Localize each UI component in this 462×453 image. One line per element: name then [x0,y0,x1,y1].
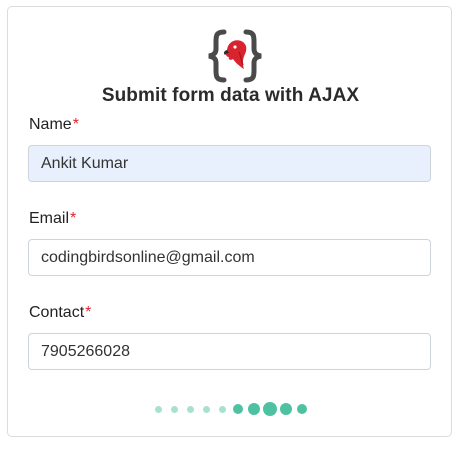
loader-dot [233,404,243,414]
loader-dot [202,405,210,413]
contact-label: Contact* [29,304,91,322]
name-label-text: Name [29,116,72,133]
loader-dot [248,403,260,415]
loader-dot [263,402,277,416]
form-card: Submit form data with AJAX Name* Email* … [7,6,452,437]
contact-field[interactable] [28,333,431,370]
required-marker: * [85,304,92,321]
name-label: Name* [29,116,79,134]
form-title: Submit form data with AJAX [101,85,360,106]
loader-dot [218,405,226,413]
required-marker: * [70,210,77,227]
loader-dot [154,405,162,413]
loader-dot [297,404,307,414]
contact-label-text: Contact [29,304,85,321]
curly-braces-bird-logo [208,29,262,83]
email-label: Email* [29,210,76,228]
email-field[interactable] [28,239,431,276]
loader-dot [280,403,292,415]
loading-dots-indicator [8,399,453,419]
loader-dot [170,405,178,413]
required-marker: * [72,116,79,133]
email-label-text: Email [29,210,70,227]
name-field[interactable] [28,145,431,182]
loader-dot [186,405,194,413]
